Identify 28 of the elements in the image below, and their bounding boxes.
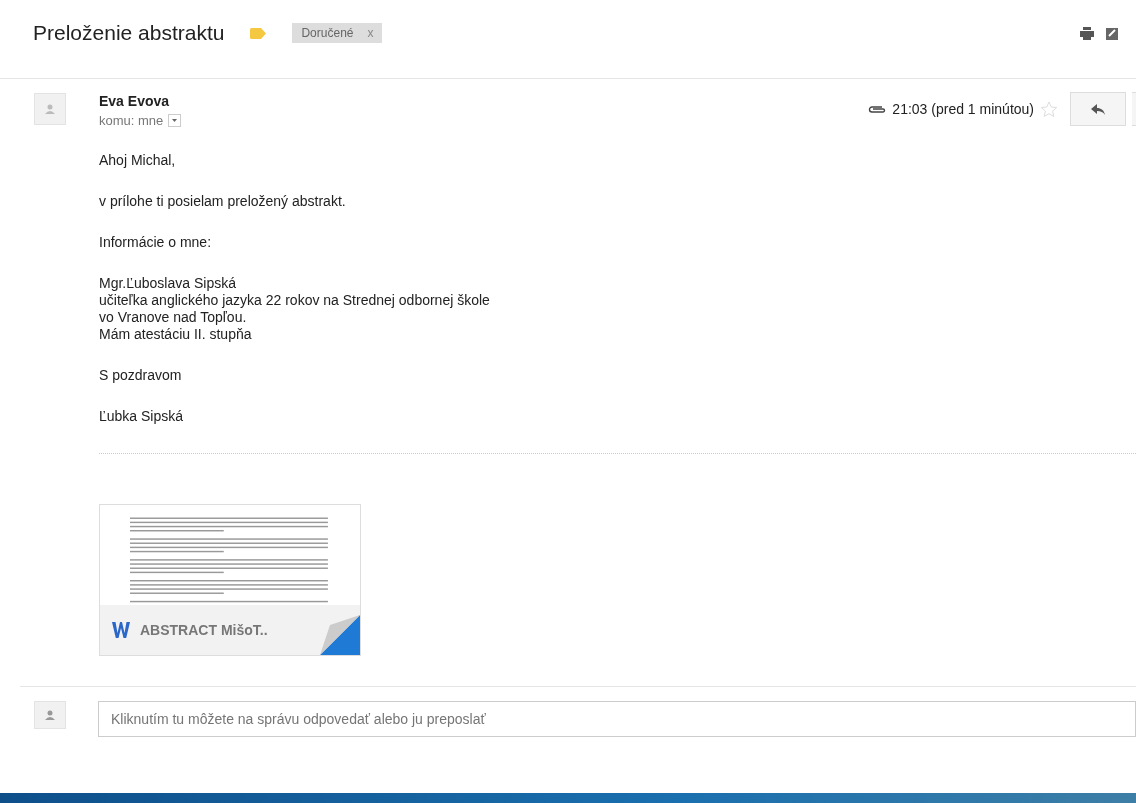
message-text: Ahoj Michal,	[99, 152, 177, 169]
message-text: vo Vranove nad Topľou.	[99, 309, 248, 326]
attachment-name: ABSTRACT MišoT..	[140, 622, 268, 638]
print-icon[interactable]	[1080, 26, 1094, 40]
details-dropdown-icon[interactable]	[168, 114, 182, 127]
label-chip[interactable]: Doručené x	[292, 23, 383, 43]
page-curl-icon	[320, 615, 360, 655]
sender-name: Eva Evova	[99, 93, 171, 109]
message-text: Mám atestáciu II. stupňa	[99, 326, 253, 343]
signature-text: Ľubka Sipská	[99, 408, 185, 425]
avatar-icon	[34, 93, 66, 125]
remove-label-button[interactable]: x	[367, 26, 374, 40]
message-text: v prílohe ti posielam preložený abstrakt.	[99, 193, 347, 210]
avatar-icon	[34, 701, 66, 729]
reply-arrow-icon	[1091, 103, 1105, 115]
star-icon[interactable]	[1040, 100, 1058, 118]
message-text: učiteľka anglického jazyka 22 rokov na Strednej odbornej škole	[99, 292, 491, 309]
reply-button[interactable]	[1070, 92, 1126, 126]
word-document-icon	[112, 622, 130, 638]
recipient-text: komu: mne	[99, 113, 164, 128]
message-text: S pozdravom	[99, 367, 183, 384]
attachment-card[interactable]: ABSTRACT MišoT..	[99, 504, 361, 656]
new-window-icon[interactable]	[1106, 26, 1118, 40]
message-text: Mgr.Ľuboslava Sipská	[99, 275, 237, 292]
message-text: Informácie o mne:	[99, 234, 213, 251]
message-time: 21:03 (pred 1 minútou)	[892, 101, 1034, 117]
email-subject: Preloženie abstraktu	[33, 21, 225, 45]
reply-field[interactable]: Kliknutím tu môžete na správu odpovedať alebo ju preposlať	[98, 701, 1136, 737]
